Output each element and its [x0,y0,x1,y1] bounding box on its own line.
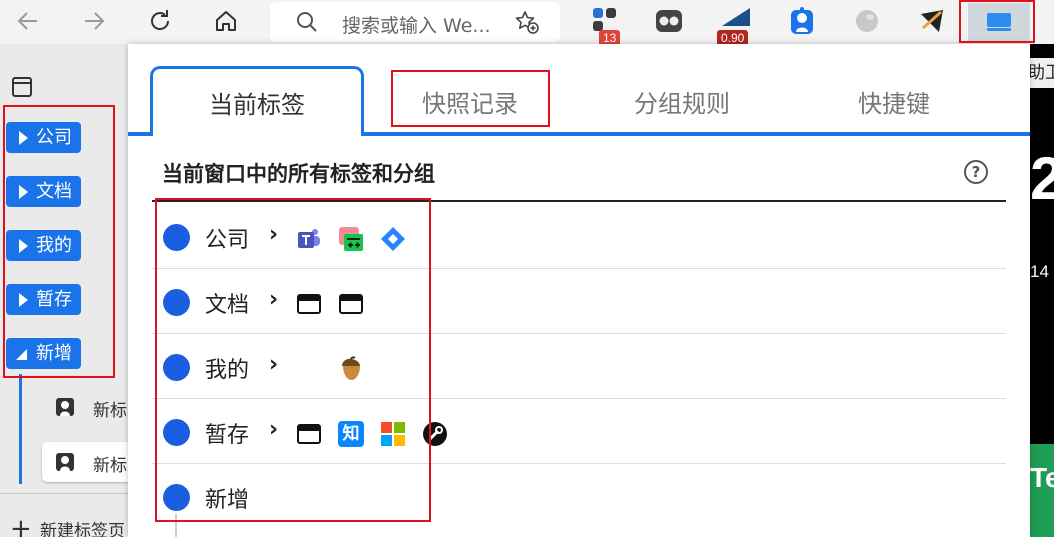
tab-label: 新标 [93,401,127,421]
window-icon[interactable] [296,421,322,447]
group-name: 暂存 [205,423,250,448]
ghost-icon [56,398,74,416]
new-tab-button[interactable]: + 新建标签页 [10,514,125,537]
group-row-zancun[interactable]: 暂存 › 知 [152,399,1006,464]
chevron-right-icon[interactable]: › [269,417,278,442]
cut-icon [921,10,943,32]
teams-icon[interactable] [296,226,322,252]
group-color-dot[interactable] [163,224,190,251]
search-icon [297,12,317,32]
group-color-dot[interactable] [163,419,190,446]
sidebar-tab-item-selected[interactable]: 新标 [42,442,128,482]
collections-extension-button[interactable]: 13 [591,6,623,46]
group-name: 我的 [205,358,250,383]
wrench-icon[interactable] [422,421,448,447]
group-label: 暂存 [36,289,72,310]
collapsed-triangle-icon [19,239,28,253]
group-indicator-line [19,374,22,484]
group-row-gongsi[interactable]: 公司 › [152,204,1006,269]
address-bar[interactable]: 搜索或输入 We... [270,2,560,42]
group-color-dot[interactable] [163,484,190,511]
page-help-text: 助卫 [1030,58,1054,88]
reader-extension-button[interactable] [654,6,686,36]
egg-icon [856,10,878,32]
tab-manager-extension-button[interactable] [984,6,1016,36]
chevron-right-icon[interactable]: › [269,222,278,247]
ghost-icon [56,453,74,471]
tab-manager-popup: 当前标签 快照记录 分组规则 快捷键 当前窗口中的所有标签和分组 ? 公司 › … [128,44,1030,537]
arrow-left-icon [17,12,37,30]
home-icon [216,11,236,31]
speed-ramp-icon [722,8,750,26]
collapsed-triangle-icon [19,185,28,199]
banner-text: Te [1030,462,1054,493]
window-icon[interactable] [296,291,322,317]
address-placeholder: 搜索或输入 We... [342,15,491,37]
panel-toggle-icon[interactable] [12,77,32,97]
group-name: 公司 [205,228,250,253]
collapsed-triangle-icon [19,131,28,145]
refresh-button[interactable] [140,4,180,38]
ghost-icon [791,7,813,34]
heading-rule [152,200,1006,202]
page-green-banner: Te [1030,444,1054,537]
sidebar-group-zancun[interactable]: 暂存 [6,284,81,315]
add-favorite-icon[interactable] [514,9,540,35]
grey-extension-button[interactable] [852,6,884,36]
tab-manager-icon [987,13,1011,31]
home-button[interactable] [206,4,246,38]
expanded-triangle-icon [16,349,27,360]
panel-divider [0,493,128,494]
acorn-icon[interactable] [338,356,364,382]
background-page: 助卫 2 14 Te [1030,44,1054,537]
collapsed-triangle-icon [19,293,28,307]
window-icon[interactable] [338,291,364,317]
speed-extension-button[interactable]: 0.90 [717,6,752,46]
group-label: 文档 [36,181,72,202]
group-name: 文档 [205,293,250,318]
group-color-dot[interactable] [163,354,190,381]
group-row-wendang[interactable]: 文档 › [152,269,1006,334]
ghost-extension-button[interactable] [787,6,819,36]
sidebar-group-xinzeng[interactable]: 新增 [6,338,81,369]
new-tab-label: 新建标签页 [40,521,125,537]
sidebar-group-wode[interactable]: 我的 [6,230,81,261]
group-label: 公司 [36,127,72,148]
refresh-icon [151,10,170,30]
section-heading: 当前窗口中的所有标签和分组 [162,162,435,186]
glasses-icon [656,10,682,32]
group-row-xinzeng[interactable]: 新增 [152,464,1006,529]
vertical-tabs-panel: 公司 文档 我的 暂存 新增 新标 新标 + 新建标签页 [0,44,128,537]
sidebar-group-gongsi[interactable]: 公司 [6,122,81,153]
help-icon[interactable]: ? [964,160,988,184]
group-row-wode[interactable]: 我的 › [152,334,1006,399]
tab-current-tabs[interactable]: 当前标签 [150,66,364,136]
popup-tab-bar: 当前标签 快照记录 分组规则 快捷键 [128,44,1030,136]
page-big-number: 2 [1030,145,1054,212]
browser-toolbar: 搜索或输入 We... 13 0.90 [0,0,1054,46]
chevron-right-icon[interactable]: › [269,352,278,377]
group-name: 新增 [205,488,250,513]
dark-extension-button[interactable] [917,6,949,36]
spreadsheet-app-icon[interactable] [338,226,364,252]
zhihu-icon[interactable]: 知 [338,421,364,447]
tab-label: 新标 [93,456,127,476]
tab-snapshots[interactable]: 快照记录 [364,66,576,136]
tab-shortcuts[interactable]: 快捷键 [788,66,1000,136]
back-button[interactable] [8,4,48,38]
group-label: 我的 [36,235,72,256]
plus-icon: + [10,514,32,537]
chevron-right-icon[interactable]: › [269,287,278,312]
group-color-dot[interactable] [163,289,190,316]
microsoft-icon[interactable] [380,421,406,447]
jira-icon[interactable] [380,226,406,252]
forward-button[interactable] [74,4,114,38]
page-small-number: 14 [1030,262,1049,281]
group-label: 新增 [36,343,72,364]
arrow-right-icon [85,12,105,30]
tab-group-rules[interactable]: 分组规则 [576,66,788,136]
sidebar-tab-item[interactable]: 新标 [42,387,128,427]
sidebar-group-wendang[interactable]: 文档 [6,176,81,207]
